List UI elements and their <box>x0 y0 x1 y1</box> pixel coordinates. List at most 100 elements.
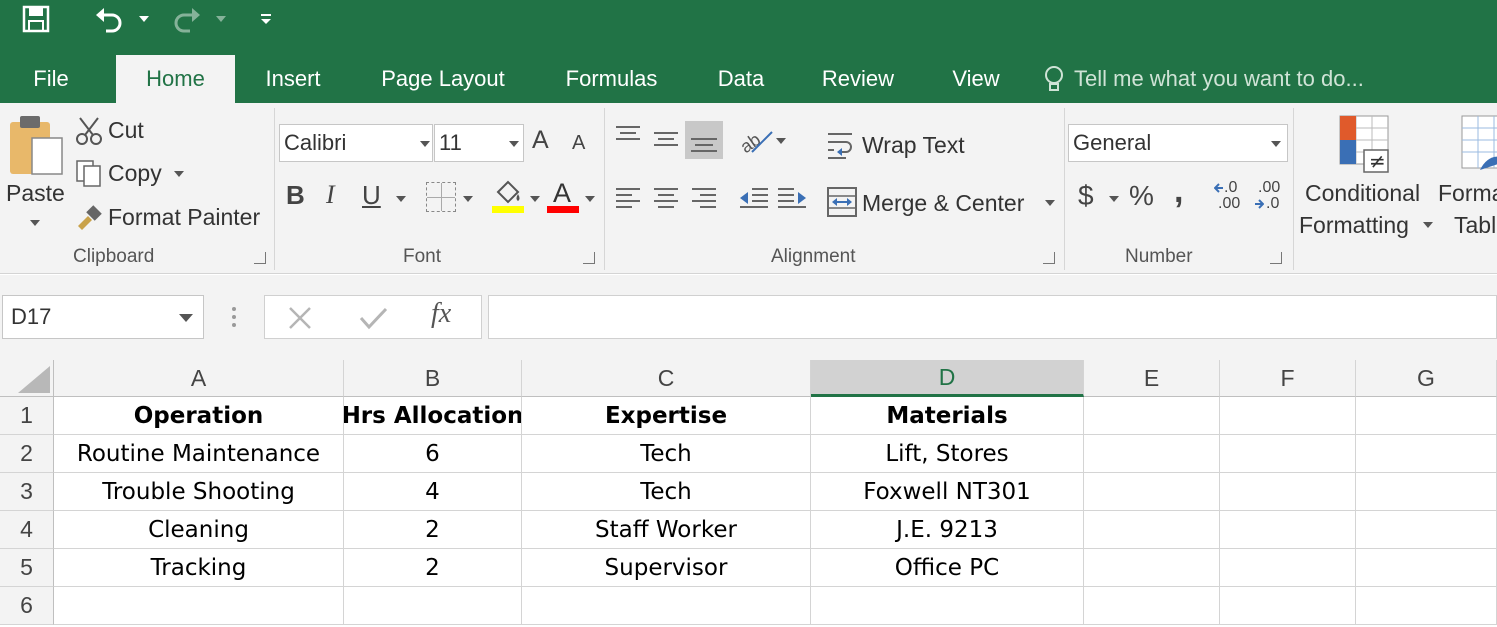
wrap-text-button[interactable]: Wrap Text <box>822 126 1052 164</box>
redo-dropdown-icon[interactable] <box>215 0 229 38</box>
font-launcher-icon[interactable] <box>583 252 595 264</box>
cell-f2[interactable] <box>1220 435 1356 473</box>
cell-e5[interactable] <box>1084 549 1220 587</box>
align-left-icon[interactable] <box>614 186 642 212</box>
cell-e2[interactable] <box>1084 435 1220 473</box>
cell-a2[interactable]: Routine Maintenance <box>54 435 344 473</box>
row-header-6[interactable]: 6 <box>0 587 54 625</box>
column-header-a[interactable]: A <box>54 360 344 397</box>
cell-f5[interactable] <box>1220 549 1356 587</box>
decrease-decimal-button[interactable]: .00 .0 <box>1254 180 1290 216</box>
cell-f3[interactable] <box>1220 473 1356 511</box>
tab-data[interactable]: Data <box>702 55 780 103</box>
cell-c3[interactable]: Tech <box>522 473 811 511</box>
format-as-table-button[interactable]: Forma Tabl <box>1438 112 1497 242</box>
cell-d6[interactable] <box>811 587 1084 625</box>
customize-qat-icon[interactable] <box>260 0 274 38</box>
merge-center-button[interactable]: Merge & Center <box>822 184 1060 222</box>
tab-view[interactable]: View <box>936 55 1016 103</box>
clipboard-launcher-icon[interactable] <box>254 252 266 264</box>
column-header-c[interactable]: C <box>522 360 811 397</box>
paste-button[interactable]: Paste <box>6 112 66 232</box>
cell-g5[interactable] <box>1356 549 1497 587</box>
cell-b4[interactable]: 2 <box>344 511 522 549</box>
cell-g1[interactable] <box>1356 397 1497 435</box>
cell-d4[interactable]: J.E. 9213 <box>811 511 1084 549</box>
fill-color-dropdown-icon[interactable] <box>530 196 540 202</box>
font-size-combo[interactable]: 11 <box>434 124 524 162</box>
cell-b2[interactable]: 6 <box>344 435 522 473</box>
currency-button[interactable]: $ <box>1078 180 1100 216</box>
cancel-entry-icon[interactable] <box>287 306 313 330</box>
cell-c6[interactable] <box>522 587 811 625</box>
save-icon[interactable] <box>22 0 54 38</box>
tab-file[interactable]: File <box>14 55 88 103</box>
cell-b1[interactable]: Hrs Allocation <box>344 397 522 435</box>
cell-e3[interactable] <box>1084 473 1220 511</box>
formula-input[interactable] <box>488 295 1497 339</box>
bold-button[interactable]: B <box>286 180 312 214</box>
decrease-indent-icon[interactable] <box>738 186 770 212</box>
cell-a1[interactable]: Operation <box>54 397 344 435</box>
cell-e4[interactable] <box>1084 511 1220 549</box>
increase-decimal-button[interactable]: .0 .00 <box>1214 180 1250 216</box>
cell-g4[interactable] <box>1356 511 1497 549</box>
tab-page-layout[interactable]: Page Layout <box>364 55 522 103</box>
underline-dropdown-icon[interactable] <box>396 196 406 202</box>
cell-c5[interactable]: Supervisor <box>522 549 811 587</box>
font-color-dropdown-icon[interactable] <box>585 196 595 202</box>
align-center-icon[interactable] <box>652 186 680 212</box>
tab-formulas[interactable]: Formulas <box>548 55 675 103</box>
alignment-launcher-icon[interactable] <box>1043 252 1055 264</box>
align-top-icon[interactable] <box>614 124 642 146</box>
borders-dropdown-icon[interactable] <box>463 196 473 202</box>
cell-d2[interactable]: Lift, Stores <box>811 435 1084 473</box>
cell-a4[interactable]: Cleaning <box>54 511 344 549</box>
cell-a5[interactable]: Tracking <box>54 549 344 587</box>
redo-icon[interactable] <box>172 0 204 38</box>
select-all-button[interactable] <box>0 360 54 397</box>
number-format-combo[interactable]: General <box>1068 124 1288 162</box>
cell-d1[interactable]: Materials <box>811 397 1084 435</box>
borders-icon[interactable] <box>426 182 456 212</box>
formula-bar-grip-icon[interactable] <box>231 305 237 329</box>
cell-a6[interactable] <box>54 587 344 625</box>
column-header-f[interactable]: F <box>1220 360 1356 397</box>
cut-button[interactable]: Cut <box>74 114 174 148</box>
cell-f6[interactable] <box>1220 587 1356 625</box>
copy-dropdown-icon[interactable] <box>174 171 184 177</box>
cell-b5[interactable]: 2 <box>344 549 522 587</box>
name-box[interactable]: D17 <box>2 295 204 339</box>
grow-font-button[interactable]: A <box>532 126 560 160</box>
cell-g6[interactable] <box>1356 587 1497 625</box>
cell-g3[interactable] <box>1356 473 1497 511</box>
row-header-2[interactable]: 2 <box>0 435 54 473</box>
cell-e1[interactable] <box>1084 397 1220 435</box>
cell-g2[interactable] <box>1356 435 1497 473</box>
cell-f4[interactable] <box>1220 511 1356 549</box>
cell-e6[interactable] <box>1084 587 1220 625</box>
column-header-d[interactable]: D <box>811 360 1084 397</box>
tell-me-search[interactable]: Tell me what you want to do... <box>1042 55 1412 103</box>
currency-dropdown-icon[interactable] <box>1109 196 1119 202</box>
cell-c1[interactable]: Expertise <box>522 397 811 435</box>
confirm-entry-icon[interactable] <box>359 306 389 330</box>
undo-icon[interactable] <box>94 0 126 38</box>
cell-d3[interactable]: Foxwell NT301 <box>811 473 1084 511</box>
underline-button[interactable]: U <box>362 180 388 214</box>
fill-color-button[interactable] <box>492 180 524 214</box>
row-header-4[interactable]: 4 <box>0 511 54 549</box>
tab-review[interactable]: Review <box>806 55 910 103</box>
align-middle-icon[interactable] <box>652 128 680 150</box>
format-painter-button[interactable]: Format Painter <box>74 200 274 234</box>
undo-dropdown-icon[interactable] <box>138 0 152 38</box>
comma-button[interactable]: , <box>1174 172 1188 212</box>
shrink-font-button[interactable]: A <box>572 132 596 160</box>
copy-button[interactable]: Copy <box>74 156 194 190</box>
row-header-3[interactable]: 3 <box>0 473 54 511</box>
cell-b3[interactable]: 4 <box>344 473 522 511</box>
font-color-button[interactable]: A <box>547 178 579 214</box>
number-launcher-icon[interactable] <box>1270 252 1282 264</box>
column-header-b[interactable]: B <box>344 360 522 397</box>
tab-home[interactable]: Home <box>116 55 235 103</box>
